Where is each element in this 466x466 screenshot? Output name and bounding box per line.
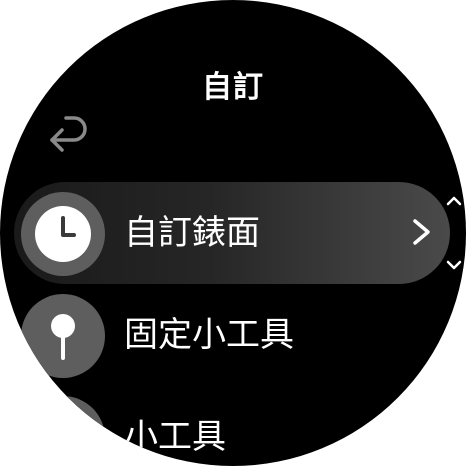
menu-item-custom-watchface[interactable]: 自訂錶面: [14, 182, 450, 284]
menu-item-pinned-widget[interactable]: 固定小工具: [14, 284, 450, 386]
back-button[interactable]: [44, 112, 92, 156]
menu-item-label: 小工具: [124, 417, 226, 457]
menu-item-icon-bg: [21, 294, 105, 378]
menu-item-icon-bg: [21, 192, 105, 276]
watch-screen: 自訂 自訂錶面 固定小工具 小工具: [0, 0, 466, 466]
pin-icon: [51, 314, 75, 360]
menu-item-widget[interactable]: 小工具: [14, 386, 450, 466]
page-title: 自訂: [202, 70, 264, 105]
back-arrow-icon: [50, 116, 87, 152]
menu-item-label: 自訂錶面: [124, 213, 260, 253]
scroll-indicator[interactable]: [444, 194, 464, 272]
scroll-down-icon: [446, 260, 462, 270]
clock-icon: [35, 206, 91, 262]
menu-item-label: 固定小工具: [124, 315, 294, 355]
widget-icon: [21, 396, 105, 466]
scroll-up-icon: [446, 196, 462, 206]
chevron-right-icon: [413, 219, 430, 245]
